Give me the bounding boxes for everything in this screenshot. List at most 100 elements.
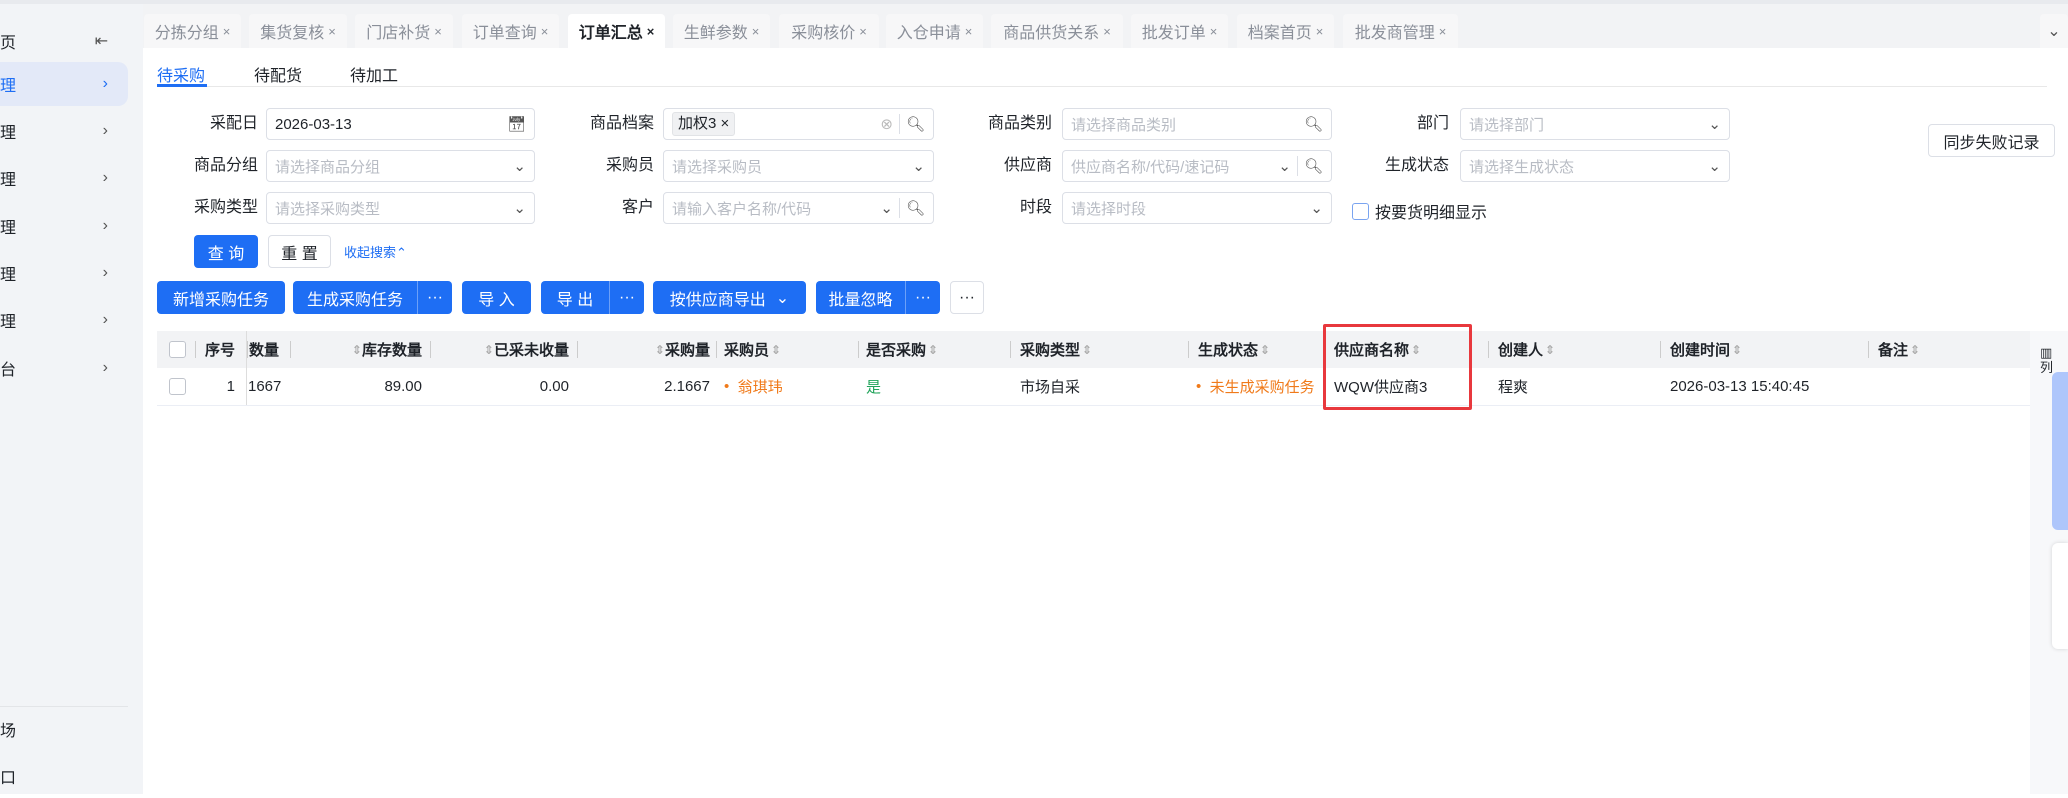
sort-icon[interactable]: ⇕ <box>1545 343 1555 357</box>
col-purchase-type[interactable]: 采购类型 ⇕ <box>1010 331 1188 368</box>
close-icon[interactable]: × <box>965 24 973 39</box>
sidebar-item-7[interactable]: 台 › <box>0 346 128 390</box>
col-buyer[interactable]: 采购员 ⇕ <box>716 331 858 368</box>
search-icon[interactable]: 🔍︎ <box>1304 157 1323 175</box>
checkbox[interactable] <box>169 341 186 358</box>
generate-purchase-task-button[interactable]: 生成采购任务 ··· <box>293 281 452 314</box>
detail-display-checkbox[interactable]: 按要货明细显示 <box>1352 199 1487 223</box>
close-icon[interactable]: × <box>1103 24 1111 39</box>
checkbox[interactable] <box>169 378 186 395</box>
search-icon[interactable]: 🔍︎ <box>906 199 925 217</box>
col-created-time[interactable]: 创建时间 ⇕ <box>1660 331 1868 368</box>
supplier-input[interactable]: 供应商名称/代码/速记码 ⌄ 🔍︎ <box>1062 150 1332 182</box>
close-icon[interactable]: × <box>647 24 655 39</box>
sidebar-item-3[interactable]: 理 › <box>0 156 128 200</box>
sort-icon[interactable]: ⇕ <box>1732 343 1742 357</box>
sort-icon[interactable]: ⇕ <box>352 343 362 357</box>
tab-purchase-price[interactable]: 采购核价 × <box>779 14 879 48</box>
buyer-select[interactable]: 请选择采购员 ⌄ <box>663 150 934 182</box>
ptype-select[interactable]: 请选择采购类型 ⌄ <box>266 192 535 224</box>
close-icon[interactable]: × <box>223 24 231 39</box>
row-checkbox[interactable] <box>169 368 186 405</box>
tab-supply-relation[interactable]: 商品供货关系 × <box>991 14 1123 48</box>
dept-select[interactable]: 请选择部门 ⌄ <box>1460 108 1730 140</box>
import-button[interactable]: 导 入 <box>462 281 531 314</box>
tab-store-replenish[interactable]: 门店补货 × <box>355 14 453 48</box>
sidebar-item-home[interactable]: 页 ⇤ <box>0 19 128 63</box>
sidebar-item-6[interactable]: 理 › <box>0 298 128 342</box>
reset-button[interactable]: 重 置 <box>268 235 331 268</box>
sidebar-bottom-item-2[interactable]: 口 <box>0 754 128 798</box>
sidebar-item-2[interactable]: 理 › <box>0 109 128 153</box>
col-gen-status[interactable]: 生成状态 ⇕ <box>1188 331 1324 368</box>
search-button[interactable]: 查 询 <box>194 235 258 268</box>
sort-icon[interactable]: ⇕ <box>484 343 494 357</box>
close-icon[interactable]: × <box>1439 24 1447 39</box>
sort-icon[interactable]: ⇕ <box>655 343 665 357</box>
tab-order-query[interactable]: 订单查询 × <box>462 14 559 48</box>
sidebar-item-4[interactable]: 理 › <box>0 204 128 248</box>
column-settings-button[interactable]: ▥ 列 <box>2040 345 2053 375</box>
close-icon[interactable]: × <box>1316 24 1324 39</box>
close-icon[interactable]: × <box>541 24 549 39</box>
sidebar-bottom-item-1[interactable]: 场 <box>0 707 128 751</box>
more-actions-button[interactable]: ··· <box>950 281 984 314</box>
close-icon[interactable]: × <box>1210 24 1218 39</box>
subtab-pending-purchase[interactable]: 待采购 <box>157 62 205 86</box>
col-stock[interactable]: ⇕ 库存数量 <box>290 331 430 368</box>
sort-icon[interactable]: ⇕ <box>1082 343 1092 357</box>
tag-close-icon[interactable]: × <box>721 115 730 132</box>
export-by-supplier-button[interactable]: 按供应商导出 ⌄ <box>653 281 806 314</box>
collapse-search-link[interactable]: 收起搜索⌃ <box>344 242 407 261</box>
gen-status-select[interactable]: 请选择生成状态 ⌄ <box>1460 150 1730 182</box>
col-remark[interactable]: 备注 ⇕ <box>1868 331 2030 368</box>
group-select[interactable]: 请选择商品分组 ⌄ <box>266 150 535 182</box>
search-icon[interactable]: 🔍︎ <box>906 115 925 133</box>
customer-input[interactable]: 请输入客户名称/代码 ⌄ 🔍︎ <box>663 192 934 224</box>
search-icon[interactable]: 🔍︎ <box>1304 115 1323 133</box>
close-icon[interactable]: × <box>752 24 760 39</box>
add-purchase-task-button[interactable]: 新增采购任务 <box>157 281 285 314</box>
clear-icon[interactable]: ⊗ <box>880 115 893 133</box>
product-input[interactable]: 加权3 × ⊗ 🔍︎ <box>663 108 934 140</box>
tab-sorting-group[interactable]: 分拣分组 × <box>144 14 241 48</box>
close-icon[interactable]: × <box>434 24 442 39</box>
subtab-pending-allocation[interactable]: 待配货 <box>254 62 302 86</box>
table-row[interactable]: 1 1667 89.00 0.00 2.1667 • 翁琪玮 是 市场自采 • … <box>157 368 2030 406</box>
close-icon[interactable]: × <box>859 24 867 39</box>
close-icon[interactable]: × <box>328 24 336 39</box>
col-creator[interactable]: 创建人 ⇕ <box>1488 331 1660 368</box>
sort-icon[interactable]: ⇕ <box>1910 343 1920 357</box>
sort-icon[interactable]: ⇕ <box>1260 343 1270 357</box>
tab-inbound-request[interactable]: 入仓申请 × <box>886 14 983 48</box>
tab-fresh-params[interactable]: 生鲜参数 × <box>673 14 770 48</box>
tab-collect-review[interactable]: 集货复核 × <box>249 14 347 48</box>
tab-archive-home[interactable]: 档案首页 × <box>1237 14 1334 48</box>
col-pending[interactable]: ⇕ 已采未收量 <box>430 331 577 368</box>
col-purchase-qty[interactable]: ⇕ 采购量 <box>577 331 716 368</box>
subtab-pending-processing[interactable]: 待加工 <box>350 62 398 86</box>
export-button[interactable]: 导 出 ··· <box>541 281 644 314</box>
more-icon[interactable]: ··· <box>417 281 452 314</box>
date-picker[interactable]: 2026-03-13 📅︎ <box>266 108 535 140</box>
period-select[interactable]: 请选择时段 ⌄ <box>1062 192 1332 224</box>
batch-ignore-button[interactable]: 批量忽略 ··· <box>816 281 940 314</box>
sidebar-item-1[interactable]: 理 › <box>0 62 128 106</box>
tab-order-summary[interactable]: 订单汇总 × <box>568 14 665 48</box>
checkbox[interactable] <box>1352 202 1369 220</box>
more-icon[interactable]: ··· <box>609 281 644 314</box>
col-is-purchase[interactable]: 是否采购 ⇕ <box>858 331 1010 368</box>
sort-icon[interactable]: ⇕ <box>928 343 938 357</box>
tab-wholesale-order[interactable]: 批发订单 × <box>1131 14 1228 48</box>
col-qty[interactable]: 数量 <box>246 331 290 368</box>
more-icon[interactable]: ··· <box>905 281 940 314</box>
sort-icon[interactable]: ⇕ <box>771 343 781 357</box>
collapse-left-icon[interactable]: ⇤ <box>95 31 108 51</box>
sync-fail-record-button[interactable]: 同步失败记录 <box>1928 124 2055 157</box>
sidebar-item-5[interactable]: 理 › <box>0 251 128 295</box>
tab-wholesaler-mgmt[interactable]: 批发商管理 × <box>1343 14 1458 48</box>
floating-service-card[interactable] <box>2052 543 2068 649</box>
category-input[interactable]: 请选择商品类别 🔍︎ <box>1062 108 1332 140</box>
select-all-checkbox[interactable] <box>169 331 186 368</box>
tabs-dropdown-chevron-icon[interactable]: ⌄ <box>2040 14 2068 48</box>
